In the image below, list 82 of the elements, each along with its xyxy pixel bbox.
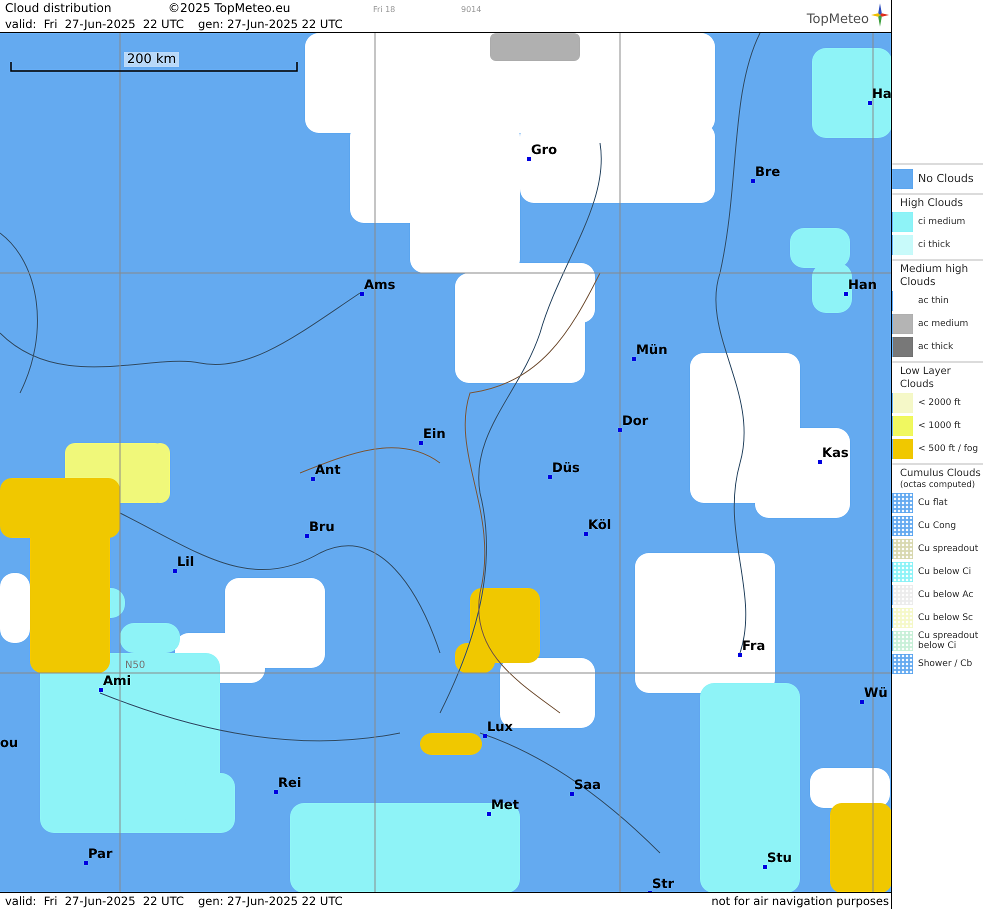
legend-label: Cu flat [918, 498, 948, 508]
valid-time: valid: Fri 27-Jun-2025 22 UTC [5, 893, 184, 909]
city-label: Mün [636, 343, 668, 358]
city-label: Lux [487, 720, 513, 735]
map-title: Cloud distribution [5, 0, 112, 16]
code-label: 9014 [461, 5, 482, 14]
city-label: Bre [755, 165, 780, 180]
city-label: Fra [742, 639, 766, 654]
city-marker-icon [584, 532, 588, 536]
city-marker-icon [751, 179, 755, 183]
legend-label: ac medium [918, 318, 968, 328]
city-label: Han [848, 278, 877, 293]
legend-heading: Low Layer Clouds [899, 365, 952, 391]
legend-label: < 1000 ft [918, 420, 961, 430]
city-label: Gro [531, 143, 558, 158]
city-marker-icon [818, 460, 822, 464]
city-marker-icon [844, 292, 848, 296]
city-marker-icon [305, 534, 309, 538]
city-marker-icon [99, 688, 103, 692]
run-label: Fri 18 [373, 5, 396, 14]
city-label: Str [652, 877, 674, 892]
city-label: Düs [552, 461, 580, 476]
logo-text: TopMeteo [806, 12, 869, 28]
legend-heading: High Clouds [899, 197, 964, 210]
legend-label: Cu below Ci [918, 566, 972, 576]
copyright-text: ©2025 TopMeteo.eu [168, 0, 292, 16]
city-label: Ams [364, 278, 396, 293]
city-marker-icon [84, 861, 88, 865]
scale-label: 200 km [124, 52, 180, 67]
city-marker-icon [173, 569, 177, 573]
city-marker-icon [419, 441, 423, 445]
city-marker-icon [868, 101, 872, 105]
legend-label: Cu below Sc [918, 612, 973, 622]
legend-label: Cu spreadout [918, 544, 978, 554]
city-label: Köl [588, 518, 612, 533]
city-label: Ant [315, 463, 341, 478]
city-label: ou [0, 736, 18, 751]
city-label: Ein [423, 427, 446, 442]
city-marker-icon [274, 790, 278, 794]
compass-star-icon [871, 2, 889, 28]
legend-label: < 500 ft / fog [918, 444, 978, 454]
legend-label: ci medium [918, 216, 966, 226]
city-label: Ha [872, 87, 891, 102]
legend-label: Shower / Cb [918, 658, 972, 668]
city-marker-icon [763, 865, 767, 869]
legend-label: Cu spreadout below Ci [918, 630, 980, 650]
generated-time: gen: 27-Jun-2025 22 UTC [198, 893, 343, 909]
city-marker-icon [487, 812, 491, 816]
latitude-label: N50 [125, 660, 146, 671]
legend-label: Cu below Ac [918, 590, 974, 600]
city-marker-icon [311, 477, 315, 481]
city-label: Lil [177, 555, 194, 570]
legend-label: No Clouds [918, 174, 974, 184]
legend-label: ac thick [918, 342, 954, 352]
city-marker-icon [360, 292, 364, 296]
legend-label: ac thin [918, 296, 949, 306]
city-label: Ami [103, 674, 132, 689]
legend-heading: Cumulus Clouds [899, 467, 982, 480]
valid-time: valid: Fri 27-Jun-2025 22 UTC [5, 16, 184, 32]
city-marker-icon [483, 734, 487, 738]
legend-label: < 2000 ft [918, 398, 961, 408]
city-label: Met [491, 798, 519, 813]
city-label: Bru [309, 520, 335, 535]
city-label: Rei [278, 776, 302, 791]
city-marker-icon [527, 157, 531, 161]
legend-label: ci thick [918, 240, 950, 250]
city-label: Wü [864, 686, 888, 701]
city-marker-icon [570, 792, 574, 796]
city-marker-icon [738, 653, 742, 657]
city-label: Kas [822, 446, 849, 461]
city-label: Dor [622, 414, 648, 429]
city-marker-icon [860, 700, 864, 704]
legend-label: Cu Cong [918, 520, 956, 530]
city-marker-icon [618, 428, 622, 432]
legend-heading: Medium high Clouds [899, 263, 970, 289]
city-marker-icon [548, 475, 552, 479]
city-label: Par [88, 847, 112, 862]
disclaimer-text: not for air navigation purposes [711, 893, 890, 909]
city-label: Stu [767, 851, 792, 866]
legend-subheading: (octas computed) [898, 480, 976, 491]
generated-time: gen: 27-Jun-2025 22 UTC [198, 16, 343, 32]
city-marker-icon [632, 357, 636, 361]
